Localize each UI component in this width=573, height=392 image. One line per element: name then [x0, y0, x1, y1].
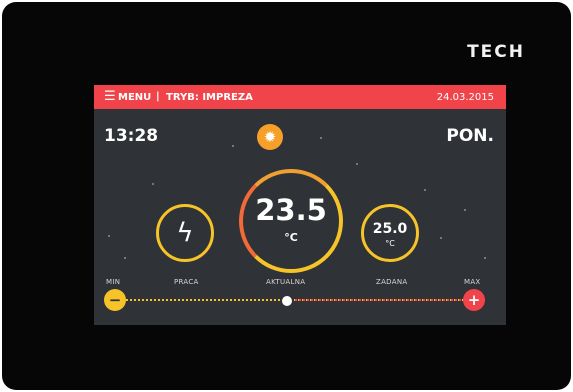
current-label: AKTUALNA [266, 278, 306, 286]
separator: | [156, 91, 160, 102]
lightning-icon: ϟ [176, 218, 194, 248]
decor-dot [124, 257, 126, 259]
max-label: MAX [464, 278, 481, 286]
decor-dot [320, 137, 322, 139]
decor-dot [464, 209, 466, 211]
current-temperature-unit: °C [284, 231, 298, 244]
decor-dot [232, 145, 234, 147]
setpoint-unit: °C [385, 239, 395, 248]
setpoint-ring[interactable]: 25.0 °C [361, 204, 419, 262]
mode-label[interactable]: TRYB: IMPREZA [166, 92, 253, 103]
decrease-button[interactable]: − [104, 289, 126, 311]
min-label: MIN [106, 278, 121, 286]
current-temperature-ring: 23.5 °C [239, 169, 343, 273]
decor-dot [356, 163, 358, 165]
decor-dot [440, 237, 442, 239]
menu-button[interactable]: MENU [118, 92, 151, 103]
date-label: 24.03.2015 [436, 92, 494, 103]
sun-icon[interactable]: ✹ [257, 124, 283, 150]
decor-dot [152, 183, 154, 185]
temperature-slider-track-high[interactable] [291, 299, 485, 301]
decor-dot [484, 257, 486, 259]
increase-button[interactable]: + [463, 289, 485, 311]
work-status-ring[interactable]: ϟ [156, 204, 214, 262]
setpoint-value: 25.0 [372, 221, 408, 237]
work-label: PRACA [174, 278, 199, 286]
thermostat-device: TECH ☰ MENU | TRYB: IMPREZA 24.03.2015 1… [2, 2, 571, 390]
decor-dot [108, 235, 110, 237]
decor-dot [424, 189, 426, 191]
day-label: PON. [446, 126, 494, 146]
clock-time: 13:28 [104, 126, 159, 146]
top-bar: ☰ MENU | TRYB: IMPREZA 24.03.2015 [94, 85, 506, 109]
slider-thumb[interactable] [280, 294, 294, 308]
thermostat-screen: ☰ MENU | TRYB: IMPREZA 24.03.2015 13:28 … [94, 85, 506, 325]
brand-logo: TECH [467, 42, 525, 62]
current-temperature-value: 23.5 [255, 193, 327, 227]
menu-icon[interactable]: ☰ [104, 90, 116, 103]
setpoint-label: ZADANA [376, 278, 408, 286]
